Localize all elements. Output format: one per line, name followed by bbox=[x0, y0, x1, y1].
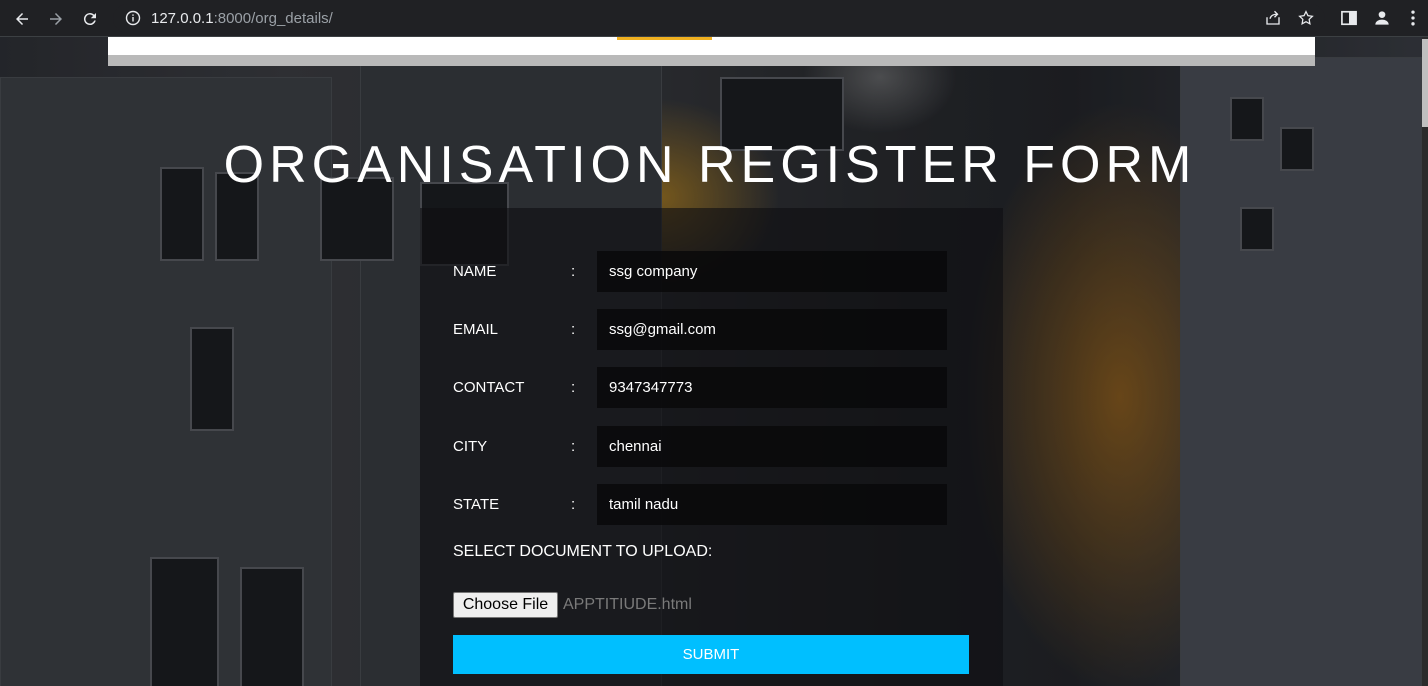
state-label: STATE bbox=[453, 496, 500, 513]
address-bar[interactable]: 127.0.0.1:8000/org_details/ bbox=[113, 4, 1325, 33]
navbar-accent bbox=[617, 37, 712, 40]
email-colon: : bbox=[571, 321, 576, 338]
city-colon: : bbox=[571, 438, 576, 455]
email-input[interactable] bbox=[597, 309, 947, 350]
browser-toolbar: 127.0.0.1:8000/org_details/ bbox=[0, 0, 1428, 37]
forward-icon[interactable] bbox=[45, 8, 67, 30]
state-row: STATE : bbox=[453, 484, 948, 526]
contact-label: CONTACT bbox=[453, 379, 525, 396]
upload-label: SELECT DOCUMENT TO UPLOAD: bbox=[453, 543, 713, 560]
contact-colon: : bbox=[571, 379, 576, 396]
back-icon[interactable] bbox=[11, 8, 33, 30]
site-info-icon[interactable] bbox=[125, 10, 141, 26]
city-input[interactable] bbox=[597, 426, 947, 467]
city-label: CITY bbox=[453, 438, 488, 455]
state-input[interactable] bbox=[597, 484, 947, 525]
url-path: :8000/org_details/ bbox=[213, 10, 333, 27]
page-scrollbar[interactable] bbox=[1422, 37, 1428, 686]
navbar-shadow bbox=[108, 55, 1315, 66]
menu-kebab-icon[interactable] bbox=[1403, 8, 1423, 28]
scrollbar-thumb[interactable] bbox=[1422, 39, 1428, 127]
url-host: 127.0.0.1 bbox=[151, 10, 214, 27]
email-row: EMAIL : bbox=[453, 309, 948, 351]
side-panel-icon[interactable] bbox=[1339, 8, 1359, 28]
city-row: CITY : bbox=[453, 426, 948, 468]
reload-icon[interactable] bbox=[79, 8, 101, 30]
choose-file-button[interactable]: Choose File bbox=[453, 592, 558, 618]
share-icon[interactable] bbox=[1264, 9, 1282, 27]
name-colon: : bbox=[571, 263, 576, 280]
page-title: ORGANISATION REGISTER FORM bbox=[223, 135, 1197, 194]
url-text: 127.0.0.1:8000/org_details/ bbox=[151, 10, 333, 27]
name-label: NAME bbox=[453, 263, 497, 280]
state-colon: : bbox=[571, 496, 576, 513]
name-row: NAME : bbox=[453, 251, 948, 293]
profile-icon[interactable] bbox=[1372, 8, 1392, 28]
bookmark-star-icon[interactable] bbox=[1297, 9, 1315, 27]
name-input[interactable] bbox=[597, 251, 947, 292]
page-viewport: ORGANISATION REGISTER FORM NAME : EMAIL … bbox=[0, 37, 1428, 686]
selected-file-name: APPTITIUDE.html bbox=[563, 596, 692, 613]
email-label: EMAIL bbox=[453, 321, 499, 338]
contact-input[interactable] bbox=[597, 367, 947, 408]
contact-row: CONTACT : bbox=[453, 367, 948, 409]
submit-button[interactable]: SUBMIT bbox=[453, 635, 969, 674]
